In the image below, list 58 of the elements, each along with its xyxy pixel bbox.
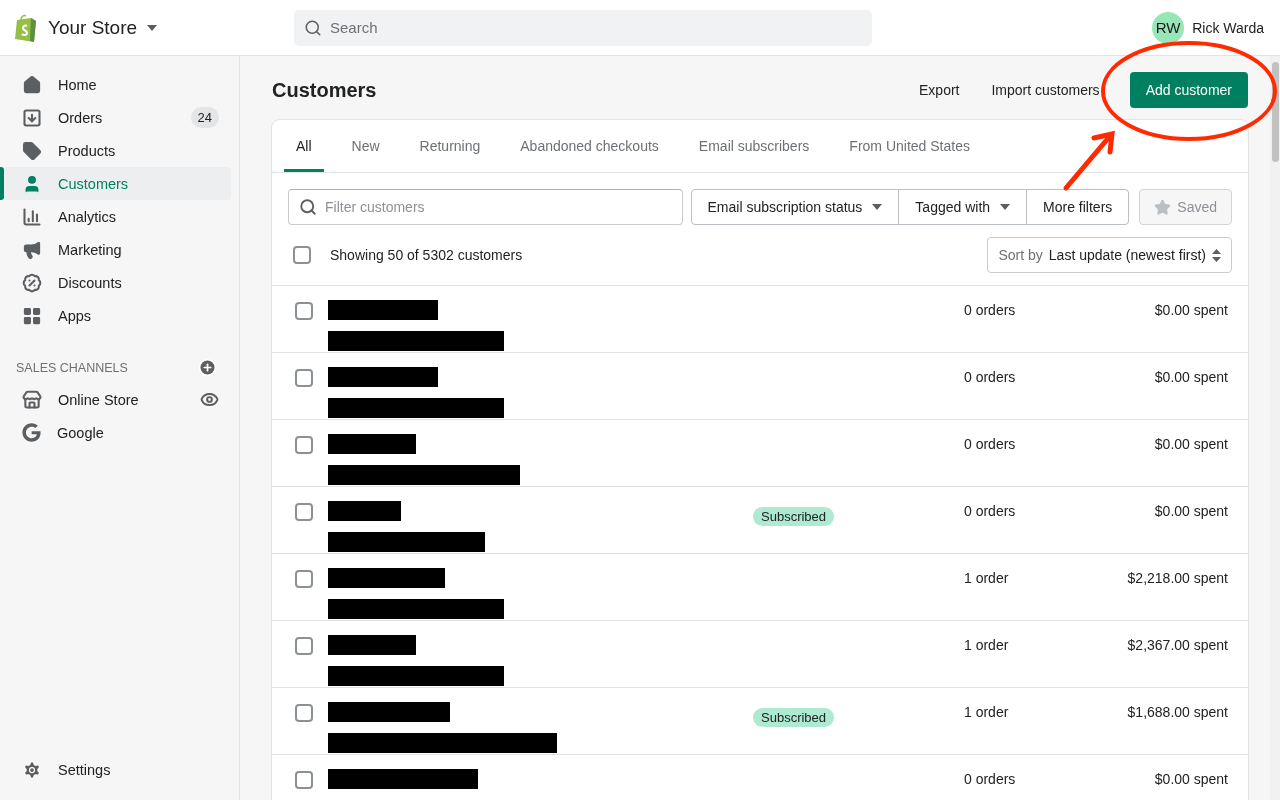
amount-spent: $0.00 spent — [1154, 368, 1228, 385]
filter-button[interactable]: More filters — [1026, 189, 1130, 225]
nav-item[interactable]: Discounts — [2, 266, 231, 299]
tab[interactable]: Abandoned checkouts — [508, 120, 671, 172]
amount-spent: $0.00 spent — [1154, 301, 1228, 318]
tab[interactable]: Returning — [407, 120, 493, 172]
customer-row[interactable]: 1 order $2,218.00 spent — [272, 554, 1248, 621]
nav-item[interactable]: Marketing — [2, 233, 231, 266]
order-count: 1 order — [964, 569, 1010, 586]
order-count: 0 orders — [964, 301, 1017, 318]
dropdown-button[interactable]: Tagged with — [898, 189, 1028, 225]
dropdown-button[interactable]: Email subscription status — [690, 189, 900, 225]
nav-item[interactable]: Google — [2, 416, 231, 449]
customer-row[interactable]: 0 orders $0.00 spent — [272, 755, 1248, 800]
order-count: 1 order — [964, 703, 1010, 720]
nav-item[interactable]: Online Store — [2, 383, 231, 416]
action-button[interactable]: Export — [903, 72, 976, 108]
primary-button[interactable]: Add customer — [1129, 72, 1248, 108]
status-badge: Subscribed — [753, 507, 835, 526]
sort-select[interactable]: Sort by Last update (newest first) — [987, 237, 1232, 273]
amount-spent: $2,218.00 spent — [1127, 569, 1228, 586]
status-badge: Subscribed — [753, 708, 835, 727]
nav-item[interactable]: Analytics — [2, 200, 231, 233]
tab[interactable]: All — [284, 120, 324, 172]
nav-item[interactable]: Apps — [2, 299, 231, 332]
amount-spent: $0.00 spent — [1154, 435, 1228, 452]
tab[interactable]: Email subscribers — [686, 120, 822, 172]
customer-row[interactable]: 0 orders $0.00 spent — [272, 420, 1248, 487]
nav-item[interactable]: Settings — [2, 753, 231, 786]
nav-item[interactable]: Orders 24 — [2, 101, 231, 134]
amount-spent: $2,367.00 spent — [1127, 636, 1228, 653]
tab[interactable]: New — [339, 120, 392, 172]
amount-spent: $1,688.00 spent — [1127, 703, 1228, 720]
section-title: SALES CHANNELS — [16, 360, 128, 375]
order-count: 0 orders — [964, 770, 1017, 787]
customer-row[interactable]: 0 orders $0.00 spent — [272, 353, 1248, 420]
order-count: 1 order — [964, 636, 1010, 653]
store-name[interactable]: Your Store — [48, 16, 138, 39]
customer-row[interactable]: 1 order $2,367.00 spent — [272, 621, 1248, 688]
action-button[interactable]: Import customers — [975, 72, 1116, 108]
nav-item[interactable]: Customers — [2, 167, 231, 200]
customer-row[interactable]: 0 orders $0.00 spent — [272, 286, 1248, 353]
search-field[interactable]: Search — [294, 9, 872, 46]
customer-row[interactable]: Subscribed 0 orders $0.00 spent — [272, 487, 1248, 554]
tab[interactable]: From United States — [837, 120, 982, 172]
page-title: Customers — [272, 78, 378, 102]
amount-spent: $0.00 spent — [1154, 770, 1228, 787]
count-badge: 24 — [190, 107, 219, 128]
nav-item[interactable]: Products — [2, 134, 231, 167]
amount-spent: $0.00 spent — [1154, 502, 1228, 519]
nav-item[interactable]: Home — [2, 68, 231, 101]
results-count: Showing 50 of 5302 customers — [330, 247, 524, 263]
user-name: Rick Warda — [1192, 19, 1264, 36]
order-count: 0 orders — [964, 368, 1017, 385]
order-count: 0 orders — [964, 435, 1017, 452]
customer-row[interactable]: Subscribed 1 order $1,688.00 spent — [272, 688, 1248, 755]
order-count: 0 orders — [964, 502, 1017, 519]
user-avatar[interactable]: RW — [1152, 11, 1185, 44]
